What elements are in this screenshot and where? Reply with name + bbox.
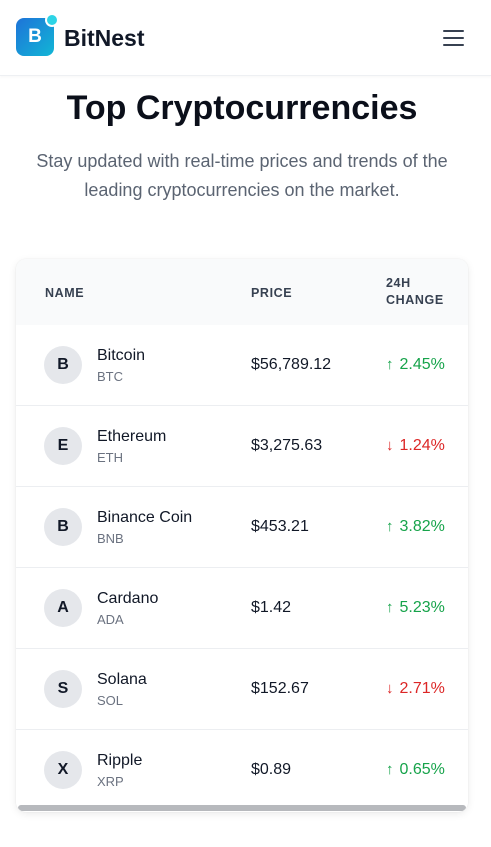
coin-price: $1.42 xyxy=(251,599,292,616)
coin-symbol: XRP xyxy=(97,774,124,789)
arrow-up-icon: ↑ xyxy=(386,356,394,373)
coin-change: ↑ 0.65% xyxy=(386,760,445,780)
arrow-down-icon: ↓ xyxy=(386,437,394,454)
coin-change: ↑ 3.82% xyxy=(386,517,445,537)
coin-symbol: BNB xyxy=(97,531,124,546)
coin-name: Cardano xyxy=(97,590,159,607)
coin-avatar: B xyxy=(44,346,82,384)
coin-avatar: B xyxy=(44,508,82,546)
change-value: 2.71% xyxy=(399,680,445,697)
coin-price: $453.21 xyxy=(251,518,309,535)
arrow-up-icon: ↑ xyxy=(386,518,394,535)
coin-symbol: ETH xyxy=(97,450,123,465)
change-value: 2.45% xyxy=(399,356,445,373)
change-value: 3.82% xyxy=(399,518,445,535)
arrow-down-icon: ↓ xyxy=(386,680,394,697)
table-row[interactable]: A Cardano ADA $1.42 ↑ 5.23% xyxy=(16,568,468,649)
table-row[interactable]: E Ethereum ETH $3,275.63 ↓ 1.24% xyxy=(16,406,468,487)
table-row[interactable]: B Binance Coin BNB $453.21 ↑ 3.82% xyxy=(16,487,468,568)
table-row[interactable]: S Solana SOL $152.67 ↓ 2.71% xyxy=(16,649,468,730)
coin-symbol: SOL xyxy=(97,693,124,708)
column-header-change: 24H CHANGE xyxy=(386,276,444,307)
logo[interactable]: B xyxy=(16,13,59,56)
coin-name: Ripple xyxy=(97,752,143,769)
coin-avatar: S xyxy=(44,670,82,708)
page-subtitle: Stay updated with real-time prices and t… xyxy=(36,151,448,200)
change-value: 5.23% xyxy=(399,599,445,616)
coin-name: Solana xyxy=(97,671,147,688)
coin-price: $56,789.12 xyxy=(251,356,332,373)
coin-name: Binance Coin xyxy=(97,509,193,526)
coin-price: $0.89 xyxy=(251,761,292,778)
coin-symbol: ADA xyxy=(97,612,124,627)
navbar: B BitNest xyxy=(0,0,491,76)
column-header-name: NAME xyxy=(45,286,85,300)
change-value: 0.65% xyxy=(399,761,445,778)
coin-name: Ethereum xyxy=(97,428,167,445)
table-row[interactable]: B Bitcoin BTC $56,789.12 ↑ 2.45% xyxy=(16,325,468,406)
hamburger-menu-icon[interactable] xyxy=(441,27,467,49)
coin-symbol: BTC xyxy=(97,369,123,384)
coin-avatar: E xyxy=(44,427,82,465)
logo-dot-icon xyxy=(45,13,59,27)
horizontal-scrollbar[interactable] xyxy=(18,805,466,811)
brand-name[interactable]: BitNest xyxy=(64,23,145,53)
page-title: Top Cryptocurrencies xyxy=(66,89,418,127)
table-header: NAME PRICE 24H CHANGE xyxy=(16,259,468,325)
crypto-table: NAME PRICE 24H CHANGE B Bitcoin BTC $56,… xyxy=(16,259,468,812)
coin-change: ↓ 1.24% xyxy=(386,436,445,456)
column-header-price: PRICE xyxy=(251,286,293,300)
coin-name: Bitcoin xyxy=(97,347,146,364)
arrow-up-icon: ↑ xyxy=(386,761,394,778)
coin-price: $152.67 xyxy=(251,680,309,697)
coin-avatar: X xyxy=(44,751,82,789)
coin-avatar: A xyxy=(44,589,82,627)
coin-change: ↓ 2.71% xyxy=(386,679,445,699)
change-value: 1.24% xyxy=(399,437,445,454)
table-row[interactable]: X Ripple XRP $0.89 ↑ 0.65% xyxy=(16,730,468,811)
coin-change: ↑ 2.45% xyxy=(386,355,445,375)
arrow-up-icon: ↑ xyxy=(386,599,394,616)
coin-change: ↑ 5.23% xyxy=(386,598,445,618)
coin-price: $3,275.63 xyxy=(251,437,323,454)
